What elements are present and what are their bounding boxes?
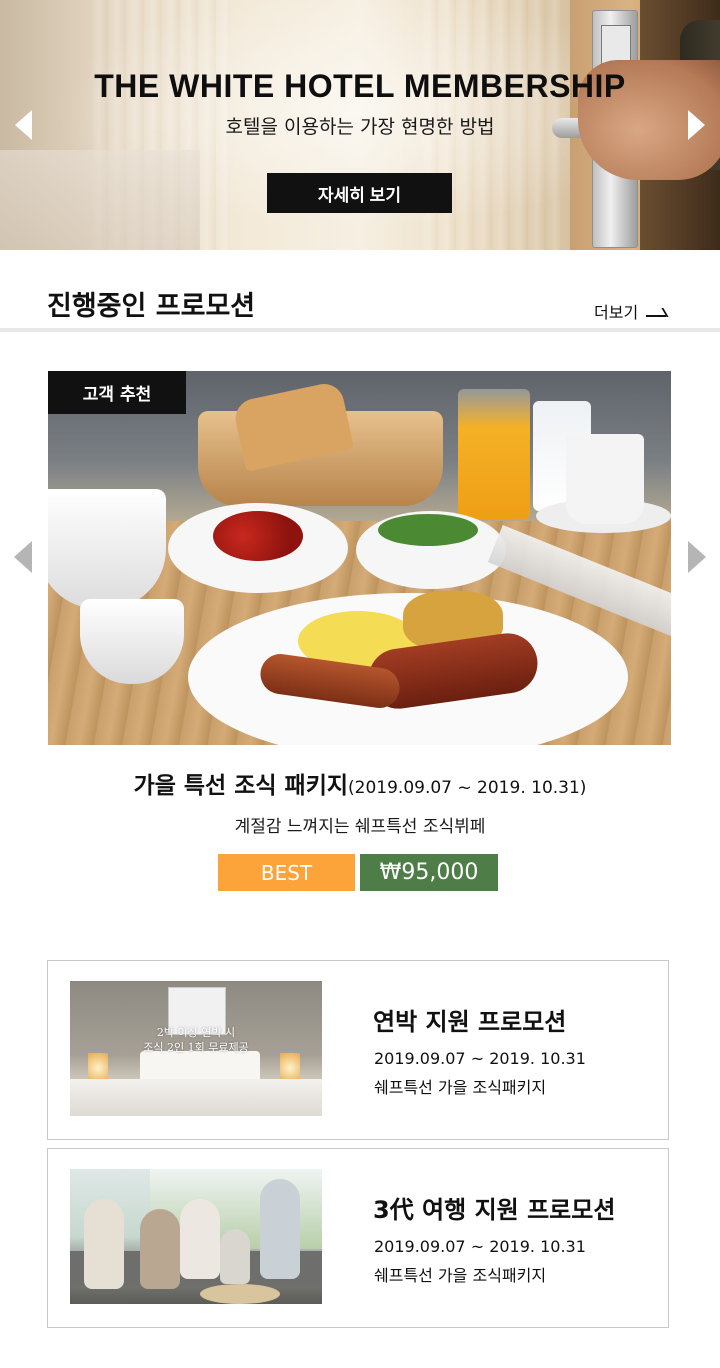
promotion-card[interactable]: 2박 이상 연박 시 조식 2인 1회 무료제공 연박 지원 프로모션 2019…: [47, 960, 669, 1140]
hero-subtitle: 호텔을 이용하는 가장 현명한 방법: [225, 116, 495, 138]
person-image: [180, 1199, 220, 1279]
juice-glass-image: [458, 389, 530, 519]
bed-decor: [0, 150, 200, 250]
promotion-title: 3代 여행 지원 프로모션: [373, 1196, 616, 1224]
more-label: 더보기: [594, 303, 639, 322]
best-badge: BEST: [218, 854, 355, 891]
featured-title-text: 가을 특선 조식 패키지: [133, 773, 349, 799]
hero-next-chevron-right-icon[interactable]: [688, 110, 705, 140]
bed-sheet-image: [70, 1079, 322, 1116]
featured-title[interactable]: 가을 특선 조식 패키지(2019.09.07 ~ 2019. 10.31): [0, 766, 720, 800]
coffee-cup-image: [566, 434, 644, 524]
thumbnail-caption-line1: 2박 이상 연박 시: [156, 1026, 236, 1039]
hero-title: THE WHITE HOTEL MEMBERSHIP: [94, 68, 626, 104]
price-badge: ₩95,000: [360, 854, 498, 891]
promotion-thumbnail: 2박 이상 연박 시 조식 2인 1회 무료제공: [70, 981, 322, 1116]
promotion-thumbnail: [70, 1169, 322, 1304]
hero-prev-chevron-left-icon[interactable]: [15, 110, 32, 140]
promotion-card[interactable]: 3代 여행 지원 프로모션 2019.09.07 ~ 2019. 10.31 쉐…: [47, 1148, 669, 1328]
arrow-corner-icon: [646, 305, 668, 317]
cereal-bowl-image: [48, 489, 166, 609]
promo-next-chevron-right-icon[interactable]: [688, 541, 706, 573]
strawberry-image: [213, 511, 303, 561]
promotion-description: 쉐프특선 가을 조식패키지: [374, 1078, 547, 1097]
thumbnail-caption-line2: 조식 2인 1회 무료제공: [143, 1041, 249, 1054]
hero-banner: THE WHITE HOTEL MEMBERSHIP 호텔을 이용하는 가장 현…: [0, 0, 720, 250]
recommend-tag: 고객 추천: [48, 371, 186, 414]
lock-slot: [601, 25, 631, 65]
person-image: [140, 1209, 180, 1289]
person-image: [260, 1179, 300, 1279]
featured-promotion-image[interactable]: [48, 371, 671, 745]
coffee-table-image: [200, 1284, 280, 1304]
more-link[interactable]: 더보기: [594, 299, 668, 323]
featured-date: (2019.09.07 ~ 2019. 10.31): [348, 778, 587, 798]
person-image: [220, 1229, 250, 1284]
view-details-button[interactable]: 자세히 보기: [267, 173, 452, 213]
section-divider: [0, 328, 720, 332]
section-title: 진행중인 프로모션: [47, 291, 256, 322]
person-image: [84, 1199, 124, 1289]
salad-image: [378, 514, 478, 546]
promotion-date: 2019.09.07 ~ 2019. 10.31: [374, 1237, 586, 1256]
promotion-description: 쉐프특선 가을 조식패키지: [374, 1266, 547, 1285]
promo-prev-chevron-left-icon[interactable]: [14, 541, 32, 573]
promotion-title: 연박 지원 프로모션: [373, 1008, 567, 1036]
thumbnail-caption: 2박 이상 연박 시 조식 2인 1회 무료제공: [70, 1025, 322, 1055]
promotion-date: 2019.09.07 ~ 2019. 10.31: [374, 1049, 586, 1068]
featured-description: 계절감 느껴지는 쉐프특선 조식뷔페: [234, 817, 486, 837]
